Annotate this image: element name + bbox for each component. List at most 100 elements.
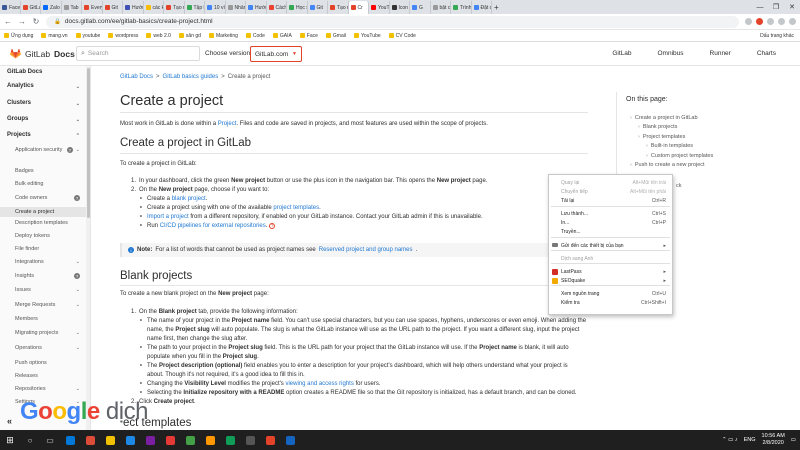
taskbar-app-icon[interactable]	[140, 430, 160, 450]
browser-tab[interactable]: 10 ví	[205, 1, 226, 14]
browser-tab[interactable]: Tạo n	[164, 1, 185, 14]
browser-tab[interactable]: Nhân	[226, 1, 246, 14]
toc-link[interactable]: ck	[676, 183, 682, 189]
clock[interactable]: 10:56 AM 2/8/2020	[762, 433, 785, 447]
menu-icon[interactable]	[789, 18, 796, 25]
breadcrumb-docs[interactable]: GitLab Docs	[120, 74, 153, 80]
context-menu-item[interactable]: LastPass ▸	[549, 267, 672, 276]
sidebar-item[interactable]: Create a project	[0, 207, 86, 217]
breadcrumb-basics[interactable]: GitLab basics guides	[163, 74, 219, 80]
bookmark-item[interactable]: mang.vn	[41, 33, 68, 39]
browser-tab[interactable]: Cách	[267, 1, 287, 14]
sidebar-item[interactable]: Push options	[0, 360, 86, 367]
browser-tab[interactable]: Tạo n	[328, 1, 349, 14]
search-icon[interactable]: ○	[20, 430, 40, 450]
close-button[interactable]: ✕	[784, 0, 800, 14]
task-view-icon[interactable]: ▭	[40, 430, 60, 450]
bookmark-item[interactable]: Gmail	[325, 33, 346, 39]
access-rights-link[interactable]: viewing and access rights	[285, 381, 353, 387]
profile-icon[interactable]	[778, 18, 785, 25]
browser-tab[interactable]: Học s	[287, 1, 308, 14]
bookmark-item[interactable]: Face	[299, 33, 318, 39]
toc-link[interactable]: › Built-in templates	[646, 143, 693, 149]
help-icon[interactable]: ?	[74, 273, 80, 280]
chevron-icon[interactable]: ⌄	[76, 147, 80, 153]
bookmark-item[interactable]: wordpress	[108, 33, 138, 39]
browser-tab[interactable]: các k	[144, 1, 164, 14]
sidebar-item[interactable]: Analytics ⌄	[0, 83, 86, 91]
bookmark-item[interactable]: sân gd	[178, 33, 201, 39]
browser-tab[interactable]: bật c	[431, 1, 451, 14]
chevron-icon[interactable]: ⌄	[76, 117, 80, 123]
sidebar-item[interactable]: Clusters ⌄	[0, 100, 86, 108]
extension-icon[interactable]	[745, 18, 752, 25]
cicd-external-link[interactable]: CI/CD pipelines for external repositorie…	[160, 223, 266, 229]
chevron-icon[interactable]: ⌄	[76, 101, 80, 107]
taskbar-app-icon[interactable]	[220, 430, 240, 450]
forward-button[interactable]: →	[18, 17, 26, 26]
sidebar-item[interactable]: Insights?	[0, 273, 86, 280]
chevron-icon[interactable]: ⌄	[76, 259, 80, 265]
project-templates-link[interactable]: project templates	[273, 205, 319, 211]
browser-tab[interactable]: Tab	[62, 1, 82, 14]
taskbar-app-icon[interactable]	[160, 430, 180, 450]
toc-link[interactable]: › Push to create a new project	[630, 162, 705, 168]
bookmark-item[interactable]: GAIA	[272, 33, 292, 39]
import-project-link[interactable]: Import a project	[147, 214, 189, 220]
browser-tab[interactable]: Icon	[390, 1, 410, 14]
chevron-icon[interactable]: ⌄	[76, 84, 80, 90]
language-indicator[interactable]: ENG	[744, 437, 756, 443]
taskbar-app-icon[interactable]	[260, 430, 280, 450]
scrollbar-thumb[interactable]	[87, 68, 90, 218]
version-select[interactable]: GitLab.com ▼	[250, 46, 302, 62]
help-icon[interactable]: ?	[66, 147, 73, 154]
nav-omnibus[interactable]: Omnibus	[658, 50, 684, 57]
taskbar-app-icon[interactable]	[280, 430, 300, 450]
context-menu-item[interactable]: SEOquake ▸	[549, 276, 672, 285]
sidebar-item[interactable]: Releases	[0, 373, 86, 380]
context-menu-item[interactable]: In... Ctrl+P	[549, 218, 672, 227]
bookmark-item[interactable]: Marketing	[208, 33, 238, 39]
browser-tab[interactable]: Trình	[451, 1, 472, 14]
reload-button[interactable]: ↻	[32, 17, 40, 26]
sidebar-item[interactable]: Groups ⌄	[0, 116, 86, 124]
back-button[interactable]: ←	[4, 17, 12, 26]
chevron-icon[interactable]: ⌄	[76, 345, 80, 351]
project-link[interactable]: Project	[218, 121, 237, 127]
browser-tab[interactable]: Tập h	[185, 1, 205, 14]
taskbar-app-icon[interactable]	[120, 430, 140, 450]
chevron-icon[interactable]: ⌃	[76, 133, 80, 139]
bookmark-item[interactable]: Code	[245, 33, 265, 39]
bookmark-item[interactable]: web 2.0	[146, 33, 171, 39]
reserved-names-link[interactable]: Reserved project and group names	[319, 247, 413, 253]
taskbar-app-icon[interactable]	[100, 430, 120, 450]
browser-tab[interactable]: Git	[308, 1, 328, 14]
sidebar-item[interactable]: Badges	[0, 168, 86, 175]
context-menu-item[interactable]: Tải lại Ctrl+R	[549, 196, 672, 205]
minimize-button[interactable]: —	[752, 0, 768, 14]
sidebar-item[interactable]: Operations ⌄	[0, 345, 86, 352]
nav-gitlab[interactable]: GitLab	[612, 50, 631, 57]
extension-icon[interactable]	[767, 18, 774, 25]
new-tab-button[interactable]: +	[492, 1, 513, 14]
sidebar-item[interactable]: Members	[0, 316, 86, 323]
help-icon[interactable]: ?	[269, 223, 276, 229]
browser-tab[interactable]: Đặt c	[472, 1, 492, 14]
notification-icon[interactable]: ▭	[791, 437, 796, 443]
taskbar-app-icon[interactable]	[180, 430, 200, 450]
sidebar-item[interactable]: Issues ⌄	[0, 287, 86, 294]
context-menu-item[interactable]: Lưu thành... Ctrl+S	[549, 209, 672, 218]
context-menu-item[interactable]: Xem nguồn trang Ctrl+U	[549, 289, 672, 298]
sidebar-title[interactable]: GitLab Docs	[0, 69, 86, 77]
chevron-icon[interactable]: ⌄	[76, 386, 80, 392]
sidebar-item[interactable]: File finder	[0, 246, 86, 253]
context-menu-item[interactable]: Gửi đến các thiết bị của bạn ▸	[549, 241, 672, 250]
browser-tab[interactable]: Cr	[348, 1, 369, 14]
browser-tab[interactable]: GitLab	[21, 1, 41, 14]
bookmark-item[interactable]: youtube	[75, 33, 100, 39]
other-bookmarks[interactable]: Dấu trang khác	[760, 30, 794, 41]
extension-icon[interactable]	[756, 18, 763, 25]
help-icon[interactable]: ?	[74, 195, 80, 202]
toc-link[interactable]: › Blank projects	[638, 124, 677, 130]
browser-tab[interactable]: Every	[82, 1, 103, 14]
